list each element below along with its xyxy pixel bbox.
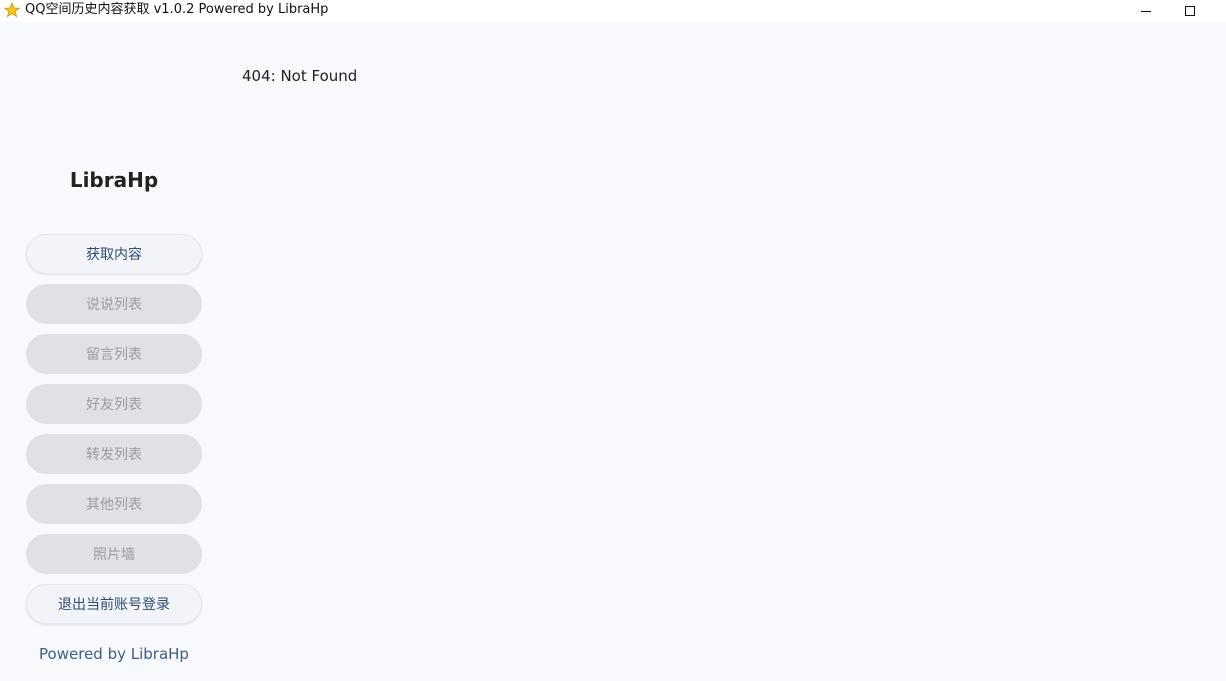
powered-by-text: Powered by LibraHp [39, 645, 189, 663]
maximize-button[interactable] [1168, 0, 1212, 22]
forward-list-button[interactable]: 转发列表 [26, 434, 202, 474]
title-bar: QQ空间历史内容获取 v1.0.2 Powered by LibraHp [0, 0, 1226, 22]
star-icon [4, 2, 20, 18]
window-title: QQ空间历史内容获取 v1.0.2 Powered by LibraHp [25, 2, 329, 17]
other-list-button[interactable]: 其他列表 [26, 484, 202, 524]
maximize-icon [1185, 6, 1195, 16]
minimize-button[interactable] [1124, 0, 1168, 22]
friend-list-button[interactable]: 好友列表 [26, 384, 202, 424]
minimize-icon [1141, 10, 1151, 12]
sidebar: LibraHp 获取内容 说说列表 留言列表 好友列表 转发列表 其他列表 照片… [0, 22, 228, 681]
brand-title: LibraHp [69, 168, 159, 192]
shuoshuo-list-button[interactable]: 说说列表 [26, 284, 202, 324]
logout-button[interactable]: 退出当前账号登录 [26, 584, 202, 624]
photo-wall-button[interactable]: 照片墙 [26, 534, 202, 574]
fetch-content-button[interactable]: 获取内容 [26, 234, 202, 274]
not-found-message: 404: Not Found [242, 67, 358, 85]
main-content: 404: Not Found [228, 22, 1226, 681]
message-list-button[interactable]: 留言列表 [26, 334, 202, 374]
